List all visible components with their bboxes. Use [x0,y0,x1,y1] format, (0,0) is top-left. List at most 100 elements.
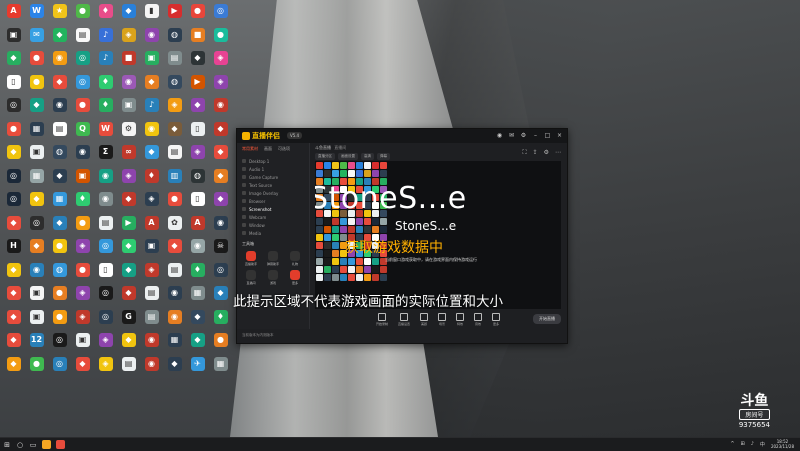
desktop-icon[interactable]: ◆ [186,49,209,72]
desktop-icon[interactable]: ▤ [163,49,186,72]
desktop-icon[interactable]: ◆ [71,355,94,378]
toolbar-button[interactable]: 开始录制 [376,312,388,326]
desktop-icon[interactable]: ▤ [48,120,71,143]
desktop-icon[interactable]: ◈ [71,284,94,307]
desktop-icon[interactable]: ▦ [25,120,48,143]
desktop-icon[interactable]: ◈ [94,355,117,378]
desktop-icon[interactable]: ◆ [186,96,209,119]
desktop-icon[interactable]: ◆ [2,261,25,284]
desktop-icon[interactable]: ◉ [71,143,94,166]
desktop-icon[interactable]: ◉ [25,261,48,284]
source-row[interactable]: Window [242,221,304,229]
desktop-icon[interactable]: ◆ [2,308,25,331]
desktop-icon[interactable]: ▯ [94,261,117,284]
maximize-icon[interactable]: □ [544,132,551,139]
desktop-icon[interactable]: ▣ [117,96,140,119]
desktop-icon[interactable]: ◆ [2,331,25,354]
desktop-icon[interactable]: ◆ [117,2,140,25]
source-row[interactable]: Webcam [242,213,304,221]
desktop-icon[interactable]: ◎ [48,355,71,378]
toolbar-button[interactable]: 场景 [438,312,447,326]
desktop-icon[interactable]: ◈ [71,308,94,331]
more-icon[interactable]: ⋯ [555,149,561,157]
desktop-icon[interactable]: ▶ [163,2,186,25]
toolbar-button[interactable]: 美颜 [420,312,429,326]
desktop-icon[interactable]: ● [186,2,209,25]
source-row[interactable]: Screenshot [242,205,304,213]
start-stream-button[interactable]: 开始直播 [533,314,561,324]
desktop-icon[interactable]: W [94,120,117,143]
toolbar-button[interactable]: 直播设置 [398,312,410,326]
desktop-icon[interactable]: ◆ [163,237,186,260]
desktop-icon[interactable]: ◈ [140,261,163,284]
desktop-icon[interactable]: ◈ [71,237,94,260]
desktop-icon[interactable]: ◈ [209,73,232,96]
desktop-icon[interactable]: ● [25,355,48,378]
fullscreen-icon[interactable]: ⛶ [522,149,526,157]
desktop-icon[interactable]: ▥ [163,167,186,190]
desktop-icon[interactable]: 12 [25,331,48,354]
desktop-icon[interactable]: ♪ [94,26,117,49]
desktop-icon[interactable]: ◈ [209,49,232,72]
source-row[interactable]: Game Capture [242,173,304,181]
desktop-icon[interactable]: ◆ [140,73,163,96]
desktop-icon[interactable]: ◎ [71,73,94,96]
desktop-icon[interactable]: H [2,237,25,260]
toolbar-button[interactable]: 音效 [474,312,483,326]
desktop-icon[interactable]: ◎ [209,2,232,25]
desktop-icon[interactable]: W [25,2,48,25]
desktop-icon[interactable]: ■ [186,26,209,49]
avatar-icon[interactable]: ◉ [496,132,503,139]
source-row[interactable]: Desktop 1 [242,157,304,165]
desktop-icon[interactable]: ◆ [209,143,232,166]
desktop-icon[interactable]: ◎ [94,284,117,307]
taskbar-app-icon[interactable] [42,440,51,449]
desktop-icon[interactable]: ♦ [186,261,209,284]
tray-icon[interactable]: ♪ [751,441,754,447]
source-row[interactable]: Text Source [242,181,304,189]
desktop-icon[interactable]: Σ [94,143,117,166]
toolbar-button[interactable]: 更多 [492,312,501,326]
desktop-icon[interactable]: ▤ [140,308,163,331]
desktop-icon[interactable]: ◉ [48,49,71,72]
desktop-icon[interactable]: ▣ [25,143,48,166]
desktop-icon[interactable]: ∞ [117,143,140,166]
desktop-icon[interactable]: ◈ [140,190,163,213]
desktop-icon[interactable]: ◉ [186,237,209,260]
desktop-icon[interactable]: ● [48,284,71,307]
desktop-icon[interactable]: ▦ [209,355,232,378]
desktop-icon[interactable]: ◎ [209,261,232,284]
desktop-icon[interactable]: ◆ [186,308,209,331]
tool-button[interactable]: 游戏 [262,270,284,285]
desktop-icon[interactable]: ◍ [48,143,71,166]
desktop-icon[interactable]: ✉ [25,26,48,49]
desktop-icon[interactable]: ◆ [48,26,71,49]
desktop-icon[interactable]: ● [25,73,48,96]
desktop-icon[interactable]: ● [71,2,94,25]
desktop-icon[interactable]: ▤ [117,355,140,378]
desktop-icon[interactable]: ▶ [186,73,209,96]
desktop-icon[interactable]: ◎ [2,96,25,119]
desktop-icon[interactable]: ♦ [209,308,232,331]
streaming-app-window[interactable]: 直播伴侣 V5.4 ◉ ✉ ⚙ – □ × 常用素材 画面 可选项 Desktop … [236,128,568,344]
desktop-icon[interactable]: ♪ [94,49,117,72]
source-row[interactable]: Browser [242,197,304,205]
desktop-icon[interactable]: ◉ [94,167,117,190]
desktop-icon[interactable]: A [2,2,25,25]
toolbar-button[interactable]: 特效 [456,312,465,326]
desktop-icon[interactable]: ◆ [163,120,186,143]
close-icon[interactable]: × [556,132,563,139]
desktop-icon[interactable]: ● [71,214,94,237]
desktop-icon[interactable]: ◆ [2,214,25,237]
header-chip[interactable]: 弹幕 [377,153,390,160]
desktop-icon[interactable]: ◆ [2,143,25,166]
tab-1[interactable]: 画面 [264,146,272,152]
desktop-icon[interactable]: ◆ [25,96,48,119]
desktop-icon[interactable]: ● [2,120,25,143]
desktop-icon[interactable]: ⚙ [117,120,140,143]
source-row[interactable]: Audio 1 [242,165,304,173]
header-chip[interactable]: 画面设置 [338,153,358,160]
desktop-icon[interactable]: ◆ [209,190,232,213]
tool-button[interactable]: 礼物 [284,251,306,266]
desktop-icon[interactable]: ▣ [71,167,94,190]
